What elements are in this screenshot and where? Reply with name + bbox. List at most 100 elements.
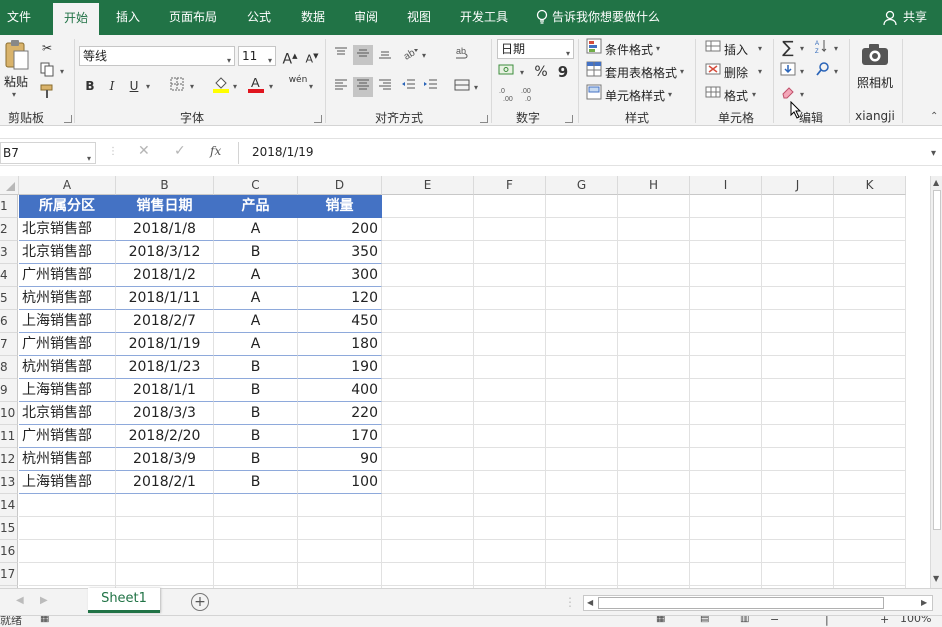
cell[interactable] [474,563,546,586]
next-sheet-icon[interactable]: ▶ [40,595,48,606]
table-cell[interactable]: 北京销售部 [19,218,116,241]
row-header-2[interactable]: 2 [0,218,18,241]
table-cell[interactable]: 2018/2/1 [116,471,214,494]
formula-input[interactable]: 2018/1/19 [238,142,932,164]
cell[interactable] [762,494,834,517]
cell[interactable] [690,195,762,218]
cell[interactable] [474,471,546,494]
camera-button[interactable]: 照相机 [857,74,893,91]
row-header-3[interactable]: 3 [0,241,18,264]
cell[interactable] [618,540,690,563]
table-cell[interactable]: 2018/2/20 [116,425,214,448]
font-size-dropdown-icon[interactable]: ▾ [268,52,272,70]
table-cell[interactable]: B [214,448,298,471]
tab-developer[interactable]: 开发工具 [452,0,516,35]
table-cell[interactable]: 220 [298,402,382,425]
delete-cells-icon[interactable] [703,61,723,81]
column-header-a[interactable]: A [19,176,116,195]
cell[interactable] [474,241,546,264]
cell[interactable] [382,310,474,333]
camera-icon[interactable] [861,43,889,67]
font-name-combo[interactable]: 等线 ▾ [79,46,235,66]
format-cells-dropdown-icon[interactable]: ▾ [752,90,756,99]
borders-icon[interactable] [167,76,187,96]
cell[interactable] [618,402,690,425]
cell[interactable] [762,471,834,494]
cell[interactable] [618,195,690,218]
zoom-level[interactable]: 100% [900,616,931,625]
name-box-dropdown-icon[interactable]: ▾ [87,149,91,169]
page-layout-view-icon[interactable]: ▤ [700,616,709,624]
table-cell[interactable]: A [214,264,298,287]
cell[interactable] [618,310,690,333]
table-cell[interactable]: 2018/1/19 [116,333,214,356]
cell[interactable] [618,563,690,586]
table-cell[interactable]: 广州销售部 [19,264,116,287]
table-cell[interactable]: B [214,425,298,448]
underline-button[interactable]: U [124,76,144,96]
cell[interactable] [690,241,762,264]
table-cell[interactable]: 北京销售部 [19,402,116,425]
cell[interactable] [834,241,906,264]
clipboard-launcher-icon[interactable] [64,115,72,123]
table-cell[interactable]: 450 [298,310,382,333]
cell[interactable] [834,195,906,218]
cell[interactable] [382,218,474,241]
table-cell[interactable]: 190 [298,356,382,379]
cell[interactable] [834,517,906,540]
cell[interactable] [546,287,618,310]
cell[interactable] [298,517,382,540]
cell[interactable] [834,471,906,494]
cell[interactable] [834,356,906,379]
format-as-table-dropdown-icon[interactable]: ▾ [680,67,684,76]
number-format-dropdown-icon[interactable]: ▾ [566,45,570,63]
table-cell[interactable]: 2018/1/1 [116,379,214,402]
cell[interactable] [546,241,618,264]
cell[interactable] [834,425,906,448]
table-cell[interactable]: 180 [298,333,382,356]
tab-data[interactable]: 数据 [292,0,334,35]
cell[interactable] [546,356,618,379]
increase-decimal-icon[interactable]: .0.00 [497,85,517,105]
cell[interactable] [298,540,382,563]
decrease-decimal-icon[interactable]: .00.0 [519,85,539,105]
table-cell[interactable]: 2018/3/12 [116,241,214,264]
cell[interactable] [546,310,618,333]
table-cell[interactable]: 170 [298,425,382,448]
autosum-icon[interactable]: ∑ [778,38,798,58]
column-header-i[interactable]: I [690,176,762,195]
cell[interactable] [834,333,906,356]
cell[interactable] [546,540,618,563]
cell[interactable] [382,402,474,425]
cell[interactable] [690,540,762,563]
cell[interactable] [762,195,834,218]
font-name-dropdown-icon[interactable]: ▾ [227,52,231,70]
cell[interactable] [762,333,834,356]
cell[interactable] [546,264,618,287]
column-header-h[interactable]: H [618,176,690,195]
cell[interactable] [474,218,546,241]
cell[interactable] [690,517,762,540]
cell[interactable] [214,494,298,517]
table-cell[interactable]: B [214,402,298,425]
align-top-icon[interactable] [331,45,351,65]
cell-styles-button[interactable]: 单元格样式 [605,87,665,104]
cell[interactable] [618,379,690,402]
cell[interactable] [546,379,618,402]
insert-cells-dropdown-icon[interactable]: ▾ [758,44,762,53]
table-cell[interactable]: A [214,310,298,333]
add-sheet-icon[interactable]: + [191,593,209,611]
cell[interactable] [618,494,690,517]
scroll-down-icon[interactable]: ▼ [933,574,939,583]
cell[interactable] [116,517,214,540]
cell[interactable] [474,356,546,379]
table-cell[interactable]: 2018/2/7 [116,310,214,333]
row-header-10[interactable]: 10 [0,402,18,425]
table-cell[interactable]: B [214,471,298,494]
table-cell[interactable]: 2018/3/3 [116,402,214,425]
table-cell[interactable]: 120 [298,287,382,310]
fill-color-icon[interactable] [211,75,231,95]
cell[interactable] [19,540,116,563]
cell[interactable] [546,425,618,448]
cell[interactable] [116,540,214,563]
